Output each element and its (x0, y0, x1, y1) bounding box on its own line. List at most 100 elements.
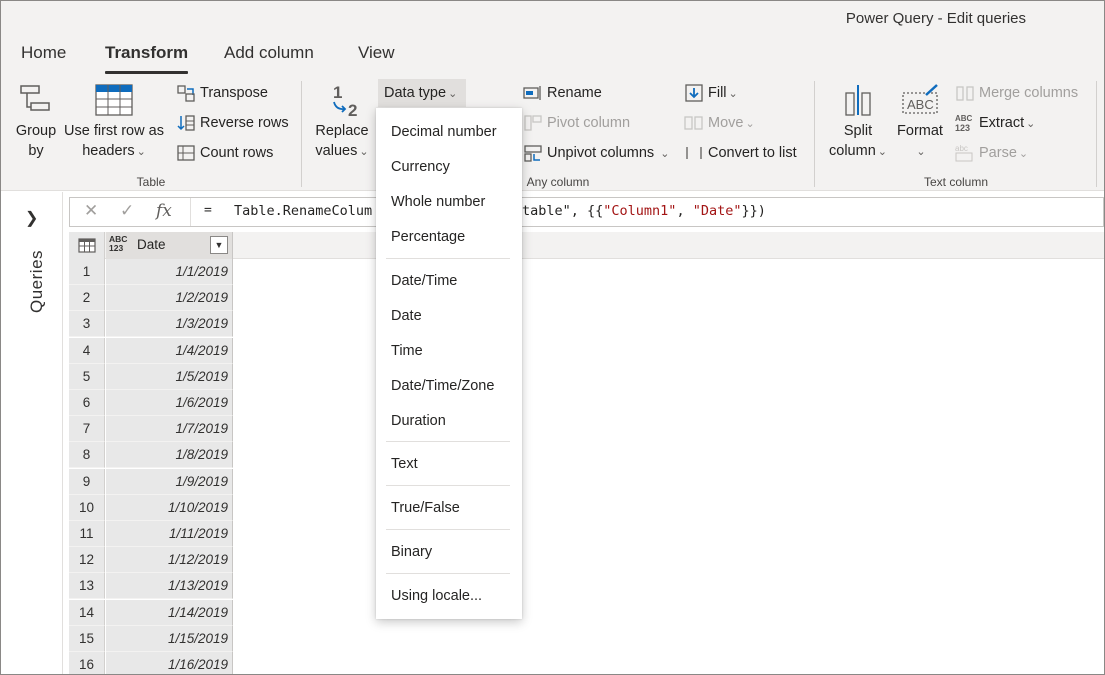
svg-text:abc: abc (955, 144, 968, 153)
cell-date[interactable]: 1/3/2019 (106, 311, 233, 338)
fill-label: Fill (708, 85, 727, 101)
move-button[interactable]: Move ⌄ (684, 112, 755, 134)
menu-item-duration[interactable]: Duration (391, 413, 446, 429)
data-type-dropdown[interactable]: Data type ⌄ (378, 79, 466, 107)
table-row: 1 1/1/2019 (69, 259, 233, 285)
extract-button[interactable]: ABC 123 Extract ⌄ (955, 112, 1035, 134)
row-number[interactable]: 11 (69, 521, 105, 547)
menu-item-text[interactable]: Text (391, 456, 418, 472)
cell-date[interactable]: 1/7/2019 (106, 416, 233, 443)
cell-date[interactable]: 1/4/2019 (106, 337, 233, 364)
menu-item-binary[interactable]: Binary (391, 544, 432, 560)
use-first-row-as-headers-button[interactable]: Use first row as headers ⌄ (61, 83, 167, 162)
cell-date[interactable]: 1/5/2019 (106, 363, 233, 390)
tab-transform[interactable]: Transform (105, 43, 189, 74)
table-menu-button[interactable] (69, 232, 105, 259)
svg-text:2: 2 (348, 101, 357, 117)
menu-item-date-time-zone[interactable]: Date/Time/Zone (391, 378, 494, 394)
convert-to-list-button[interactable]: Convert to list (684, 142, 797, 164)
replace-values-button[interactable]: 1 2 Replace values ⌄ (309, 83, 375, 162)
cell-date[interactable]: 1/2/2019 (106, 285, 233, 312)
menu-item-percentage[interactable]: Percentage (391, 229, 465, 245)
cancel-icon[interactable]: ✕ (84, 201, 98, 221)
group-label-any-column: Any column (526, 175, 590, 189)
row-number[interactable]: 4 (69, 337, 105, 364)
group-by-button[interactable]: Group by (11, 83, 61, 161)
cell-date[interactable]: 1/13/2019 (106, 573, 233, 600)
table-row: 11 1/11/2019 (69, 521, 233, 547)
row-number[interactable]: 1 (69, 259, 105, 285)
table-row: 8 1/8/2019 (69, 442, 233, 469)
formula-text-visible-tail[interactable]: table", {{"Column1", "Date"}}) (522, 203, 766, 219)
fill-button[interactable]: Fill ⌄ (684, 82, 738, 104)
menu-separator (386, 485, 510, 486)
type-line-2: 123 (109, 243, 124, 253)
split-column-button[interactable]: Split column ⌄ (825, 83, 891, 162)
merge-columns-button[interactable]: Merge columns (955, 82, 1078, 104)
count-rows-button[interactable]: Count rows (176, 142, 273, 164)
column-header-date[interactable]: ABC 123 Date ▼ (106, 232, 233, 259)
cell-date[interactable]: 1/10/2019 (106, 494, 233, 521)
menu-item-whole-number[interactable]: Whole number (391, 194, 485, 210)
row-number[interactable]: 9 (69, 468, 105, 495)
menu-item-true-false[interactable]: True/False (391, 500, 460, 516)
column-filter-dropdown-icon[interactable]: ▼ (210, 236, 228, 254)
formula-equals: = (204, 203, 212, 218)
table-row: 10 1/10/2019 (69, 494, 233, 521)
menu-item-date[interactable]: Date (391, 308, 422, 324)
check-icon[interactable]: ✓ (120, 201, 134, 221)
cell-date[interactable]: 1/14/2019 (106, 599, 233, 626)
row-number[interactable]: 5 (69, 363, 105, 390)
rename-button[interactable]: Rename (523, 82, 602, 104)
queries-pane-label[interactable]: Queries (27, 250, 47, 313)
any-type-icon[interactable]: ABC 123 (109, 235, 127, 253)
reverse-rows-icon (177, 115, 195, 131)
tab-add-column[interactable]: Add column (224, 43, 314, 63)
svg-text:1: 1 (333, 83, 342, 102)
formula-part-2: table", {{ (522, 203, 604, 219)
menu-item-time[interactable]: Time (391, 343, 423, 359)
row-number[interactable]: 8 (69, 442, 105, 469)
row-number[interactable]: 7 (69, 416, 105, 443)
window-title: Power Query - Edit queries (845, 10, 1026, 27)
row-number[interactable]: 12 (69, 547, 105, 574)
format-button[interactable]: ABC Format ⌄ (893, 83, 947, 162)
chevron-down-icon: ⌄ (916, 146, 926, 158)
cell-date[interactable]: 1/9/2019 (106, 468, 233, 495)
cell-date[interactable]: 1/12/2019 (106, 547, 233, 574)
menu-item-currency[interactable]: Currency (391, 159, 450, 175)
table-row: 12 1/12/2019 (69, 547, 233, 574)
chevron-down-icon: ⌄ (359, 146, 369, 158)
replace-values-label-2: values (315, 143, 358, 159)
row-number[interactable]: 13 (69, 573, 105, 600)
formula-text[interactable]: Table.RenameColum (234, 203, 372, 219)
format-icon: ABC (902, 84, 938, 114)
menu-item-decimal-number[interactable]: Decimal number (391, 124, 497, 140)
function-icon[interactable]: fx (156, 201, 172, 221)
cell-date[interactable]: 1/6/2019 (106, 390, 233, 416)
parse-icon: abc (955, 144, 973, 162)
chevron-right-icon[interactable]: ❯ (25, 208, 38, 228)
group-label-table: Table (136, 175, 166, 189)
menu-item-date-time[interactable]: Date/Time (391, 273, 457, 289)
tab-view[interactable]: View (358, 43, 395, 63)
menu-item-using-locale[interactable]: Using locale... (391, 588, 482, 604)
row-number[interactable]: 10 (69, 494, 105, 521)
row-number[interactable]: 2 (69, 285, 105, 312)
cell-date[interactable]: 1/15/2019 (106, 625, 233, 652)
reverse-rows-button[interactable]: Reverse rows (176, 112, 289, 134)
tab-home[interactable]: Home (21, 43, 66, 63)
row-number[interactable]: 14 (69, 599, 105, 626)
row-number[interactable]: 6 (69, 390, 105, 416)
row-number[interactable]: 3 (69, 311, 105, 338)
cell-date[interactable]: 1/1/2019 (106, 259, 233, 285)
pivot-column-button[interactable]: Pivot column (523, 112, 630, 134)
parse-button[interactable]: abc Parse ⌄ (955, 142, 1028, 164)
unpivot-columns-button[interactable]: Unpivot columns ⌄ (523, 142, 669, 164)
transpose-button[interactable]: Transpose (176, 82, 268, 104)
cell-date[interactable]: 1/11/2019 (106, 521, 233, 547)
row-number[interactable]: 15 (69, 625, 105, 652)
cell-date[interactable]: 1/8/2019 (106, 442, 233, 469)
cell-date[interactable]: 1/16/2019 (106, 652, 233, 674)
row-number[interactable]: 16 (69, 652, 105, 674)
